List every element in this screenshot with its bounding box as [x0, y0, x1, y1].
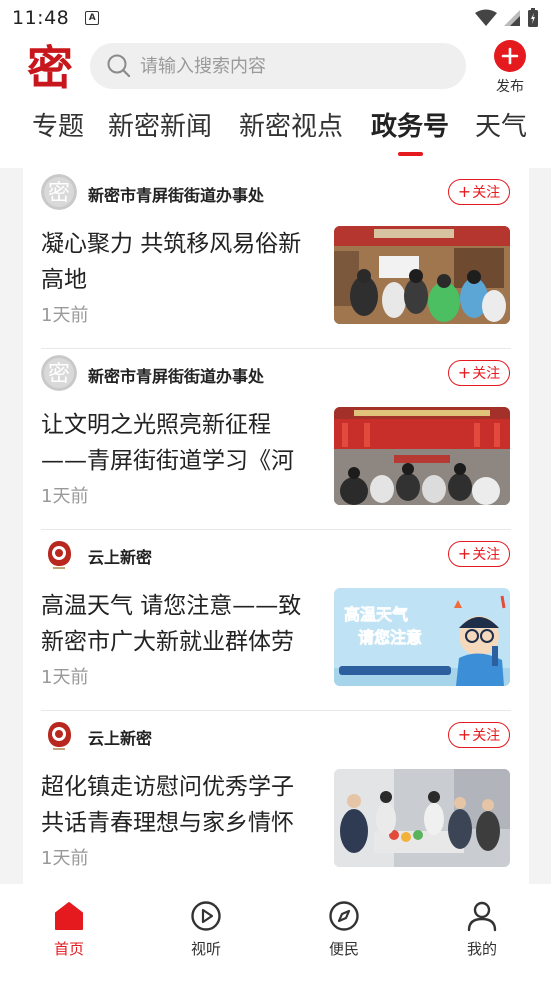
publish-label: 发布 — [496, 79, 524, 95]
source-avatar[interactable]: 密 — [41, 174, 77, 210]
feed-item[interactable]: 密 新密市青屏街街道办事处 + 关注 凝心聚力 共筑移风易俗新高地 1天前 — [23, 168, 529, 349]
thumb-text-1: 高温天气 — [344, 605, 408, 624]
wifi-icon — [475, 9, 497, 26]
tab-weather[interactable]: 天气 — [475, 106, 527, 143]
compass-icon — [329, 901, 359, 931]
nav-profile[interactable]: 我的 — [452, 900, 512, 959]
follow-button[interactable]: + 关注 — [448, 360, 510, 386]
follow-button[interactable]: + 关注 — [448, 722, 510, 748]
home-icon — [55, 902, 83, 930]
article-thumbnail[interactable]: 高温天气 请您注意 — [334, 588, 510, 686]
feed-item[interactable]: 密 新密市青屏街街道办事处 + 关注 让文明之光照亮新征程——青屏街街道学习《河… — [23, 349, 529, 530]
article-time: 1天前 — [41, 305, 89, 326]
user-icon — [467, 901, 497, 932]
source-avatar[interactable] — [41, 536, 77, 572]
source-avatar[interactable] — [41, 717, 77, 753]
follow-label: 关注 — [472, 728, 501, 744]
feed-item[interactable]: 云上新密 + 关注 高温天气 请您注意——致新密市广大新就业群体劳 1天前 高温… — [23, 530, 529, 711]
follow-button[interactable]: + 关注 — [448, 541, 510, 567]
status-icons — [475, 8, 539, 28]
header: 密 发布 — [0, 36, 551, 100]
nav-services[interactable]: 便民 — [314, 900, 374, 959]
feed-item[interactable]: 云上新密 + 关注 超化镇走访慰问优秀学子共话青春理想与家乡情怀 1天前 — [23, 711, 529, 884]
bottom-nav: 首页 视听 便民 我的 — [0, 884, 551, 981]
article-title[interactable]: 让文明之光照亮新征程——青屏街街道学习《河 — [41, 407, 316, 479]
active-tab-indicator — [398, 152, 423, 156]
follow-label: 关注 — [472, 547, 501, 563]
nav-label: 便民 — [328, 940, 359, 958]
article-title[interactable]: 高温天气 请您注意——致新密市广大新就业群体劳 — [41, 588, 316, 660]
plus-icon: + — [457, 182, 472, 201]
nav-label: 视听 — [190, 940, 221, 958]
search-icon — [107, 54, 131, 78]
nav-home[interactable]: 首页 — [39, 900, 99, 959]
source-avatar[interactable]: 密 — [41, 355, 77, 391]
tab-government[interactable]: 政务号 — [371, 106, 449, 143]
publish-button[interactable]: 发布 — [490, 40, 530, 96]
search-input[interactable] — [140, 55, 420, 77]
plus-icon: + — [457, 363, 472, 382]
source-name[interactable]: 新密市青屏街街道办事处 — [88, 363, 264, 387]
article-title[interactable]: 超化镇走访慰问优秀学子共话青春理想与家乡情怀 — [41, 769, 316, 841]
play-icon — [191, 901, 221, 931]
source-name[interactable]: 新密市青屏街街道办事处 — [88, 182, 264, 206]
nav-label: 首页 — [53, 940, 84, 958]
logo-text: 密 — [27, 41, 73, 94]
svg-text:密: 密 — [48, 181, 70, 206]
a-notification-icon: A — [85, 11, 100, 25]
plus-icon — [494, 40, 526, 72]
article-title[interactable]: 凝心聚力 共筑移风易俗新高地 — [41, 226, 316, 298]
source-name[interactable]: 云上新密 — [88, 725, 152, 749]
article-time: 1天前 — [41, 667, 89, 688]
follow-button[interactable]: + 关注 — [448, 179, 510, 205]
svg-text:密: 密 — [48, 362, 70, 387]
article-time: 1天前 — [41, 486, 89, 507]
channel-tabs: 专题 新密新闻 新密视点 政务号 天气 — [0, 100, 551, 160]
plus-icon: + — [457, 544, 472, 563]
follow-label: 关注 — [472, 366, 501, 382]
article-thumbnail[interactable] — [334, 226, 510, 324]
tab-xinmi-news[interactable]: 新密新闻 — [108, 106, 212, 143]
thumb-text-2: 请您注意 — [358, 628, 422, 647]
article-thumbnail[interactable] — [334, 407, 510, 505]
app-logo[interactable]: 密 — [22, 38, 78, 95]
follow-label: 关注 — [472, 185, 501, 201]
signal-icon — [504, 10, 520, 26]
search-bar[interactable] — [90, 43, 466, 89]
tab-topics[interactable]: 专题 — [32, 106, 84, 143]
status-time: 11:48 — [12, 7, 70, 29]
plus-icon: + — [457, 725, 472, 744]
article-time: 1天前 — [41, 848, 89, 869]
feed: 密 新密市青屏街街道办事处 + 关注 凝心聚力 共筑移风易俗新高地 1天前 密 … — [0, 168, 551, 884]
article-thumbnail[interactable] — [334, 769, 510, 867]
feed-card: 密 新密市青屏街街道办事处 + 关注 凝心聚力 共筑移风易俗新高地 1天前 密 … — [23, 168, 529, 884]
status-bar: 11:48 A — [0, 0, 551, 36]
battery-icon — [528, 8, 538, 27]
tab-xinmi-viewpoint[interactable]: 新密视点 — [239, 106, 343, 143]
source-name[interactable]: 云上新密 — [88, 544, 152, 568]
nav-video[interactable]: 视听 — [176, 900, 236, 959]
nav-label: 我的 — [466, 940, 497, 958]
